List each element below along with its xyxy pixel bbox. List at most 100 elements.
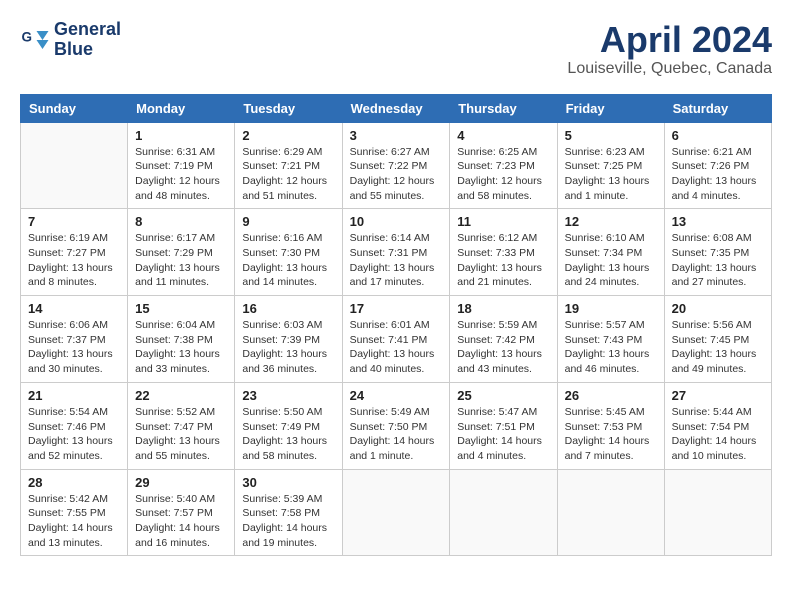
- calendar-cell: 27 Sunrise: 5:44 AM Sunset: 7:54 PM Dayli…: [664, 382, 771, 469]
- calendar-cell: 10 Sunrise: 6:14 AM Sunset: 7:31 PM Dayli…: [342, 209, 450, 296]
- calendar-cell: [664, 469, 771, 556]
- day-number: 28: [28, 475, 120, 490]
- calendar-cell: 29Sunrise: 5:40 AM Sunset: 7:57 PM Dayli…: [128, 469, 235, 556]
- day-info: Sunrise: 6:25 AM Sunset: 7:23 PM Dayligh…: [457, 145, 549, 204]
- day-info: Sunrise: 6:12 AM Sunset: 7:33 PM Dayligh…: [457, 231, 549, 290]
- day-number: 23: [242, 388, 334, 403]
- day-info: Sunrise: 6:10 AM Sunset: 7:34 PM Dayligh…: [565, 231, 657, 290]
- day-info: Sunrise: 6:29 AM Sunset: 7:21 PM Dayligh…: [242, 145, 334, 204]
- calendar-cell: 1 Sunrise: 6:31 AM Sunset: 7:19 PM Daylig…: [128, 122, 235, 209]
- weekday-header-friday: Friday: [557, 94, 664, 122]
- calendar-cell: 16Sunrise: 6:03 AM Sunset: 7:39 PM Dayli…: [235, 296, 342, 383]
- day-number: 27: [672, 388, 764, 403]
- calendar-cell: 9Sunrise: 6:16 AM Sunset: 7:30 PM Daylig…: [235, 209, 342, 296]
- weekday-header-row: SundayMondayTuesdayWednesdayThursdayFrid…: [21, 94, 772, 122]
- calendar-cell: 11 Sunrise: 6:12 AM Sunset: 7:33 PM Dayli…: [450, 209, 557, 296]
- day-number: 7: [28, 214, 120, 229]
- day-info: Sunrise: 5:39 AM Sunset: 7:58 PM Dayligh…: [242, 492, 334, 551]
- day-number: 3: [350, 128, 443, 143]
- day-number: 26: [565, 388, 657, 403]
- day-number: 13: [672, 214, 764, 229]
- day-number: 14: [28, 301, 120, 316]
- calendar-cell: 20 Sunrise: 5:56 AM Sunset: 7:45 PM Dayli…: [664, 296, 771, 383]
- calendar-cell: 12Sunrise: 6:10 AM Sunset: 7:34 PM Dayli…: [557, 209, 664, 296]
- calendar-cell: 4 Sunrise: 6:25 AM Sunset: 7:23 PM Daylig…: [450, 122, 557, 209]
- calendar-cell: 26 Sunrise: 5:45 AM Sunset: 7:53 PM Dayli…: [557, 382, 664, 469]
- calendar-cell: [450, 469, 557, 556]
- calendar-cell: 24 Sunrise: 5:49 AM Sunset: 7:50 PM Dayli…: [342, 382, 450, 469]
- day-info: Sunrise: 5:49 AM Sunset: 7:50 PM Dayligh…: [350, 405, 443, 464]
- weekday-header-sunday: Sunday: [21, 94, 128, 122]
- day-info: Sunrise: 6:14 AM Sunset: 7:31 PM Dayligh…: [350, 231, 443, 290]
- calendar-week-row: 28 Sunrise: 5:42 AM Sunset: 7:55 PM Dayli…: [21, 469, 772, 556]
- calendar-cell: 17Sunrise: 6:01 AM Sunset: 7:41 PM Dayli…: [342, 296, 450, 383]
- day-number: 18: [457, 301, 549, 316]
- day-number: 10: [350, 214, 443, 229]
- calendar-subtitle: Louiseville, Quebec, Canada: [567, 60, 772, 78]
- calendar-cell: 14 Sunrise: 6:06 AM Sunset: 7:37 PM Dayli…: [21, 296, 128, 383]
- logo-line2: Blue: [54, 40, 121, 60]
- day-info: Sunrise: 5:52 AM Sunset: 7:47 PM Dayligh…: [135, 405, 227, 464]
- logo-icon: G: [20, 25, 50, 55]
- calendar-cell: 13Sunrise: 6:08 AM Sunset: 7:35 PM Dayli…: [664, 209, 771, 296]
- calendar-header: SundayMondayTuesdayWednesdayThursdayFrid…: [21, 94, 772, 122]
- svg-text:G: G: [22, 29, 33, 44]
- day-info: Sunrise: 5:45 AM Sunset: 7:53 PM Dayligh…: [565, 405, 657, 464]
- day-info: Sunrise: 5:57 AM Sunset: 7:43 PM Dayligh…: [565, 318, 657, 377]
- calendar-cell: 28 Sunrise: 5:42 AM Sunset: 7:55 PM Dayli…: [21, 469, 128, 556]
- logo-line1: General: [54, 20, 121, 40]
- day-info: Sunrise: 5:42 AM Sunset: 7:55 PM Dayligh…: [28, 492, 120, 551]
- logo: G General Blue: [20, 20, 121, 60]
- day-info: Sunrise: 5:44 AM Sunset: 7:54 PM Dayligh…: [672, 405, 764, 464]
- day-number: 1: [135, 128, 227, 143]
- page-header: G General Blue April 2024 Louiseville, Q…: [20, 20, 772, 78]
- day-number: 5: [565, 128, 657, 143]
- weekday-header-monday: Monday: [128, 94, 235, 122]
- calendar-cell: 8 Sunrise: 6:17 AM Sunset: 7:29 PM Daylig…: [128, 209, 235, 296]
- calendar-cell: 30 Sunrise: 5:39 AM Sunset: 7:58 PM Dayli…: [235, 469, 342, 556]
- calendar-cell: 19 Sunrise: 5:57 AM Sunset: 7:43 PM Dayli…: [557, 296, 664, 383]
- calendar-cell: 18Sunrise: 5:59 AM Sunset: 7:42 PM Dayli…: [450, 296, 557, 383]
- day-info: Sunrise: 5:54 AM Sunset: 7:46 PM Dayligh…: [28, 405, 120, 464]
- day-info: Sunrise: 6:06 AM Sunset: 7:37 PM Dayligh…: [28, 318, 120, 377]
- calendar-table: SundayMondayTuesdayWednesdayThursdayFrid…: [20, 94, 772, 557]
- day-info: Sunrise: 6:27 AM Sunset: 7:22 PM Dayligh…: [350, 145, 443, 204]
- calendar-week-row: 1 Sunrise: 6:31 AM Sunset: 7:19 PM Daylig…: [21, 122, 772, 209]
- day-number: 4: [457, 128, 549, 143]
- day-info: Sunrise: 6:31 AM Sunset: 7:19 PM Dayligh…: [135, 145, 227, 204]
- calendar-cell: [557, 469, 664, 556]
- calendar-week-row: 14 Sunrise: 6:06 AM Sunset: 7:37 PM Dayli…: [21, 296, 772, 383]
- day-number: 9: [242, 214, 334, 229]
- day-number: 22: [135, 388, 227, 403]
- weekday-header-thursday: Thursday: [450, 94, 557, 122]
- day-info: Sunrise: 6:23 AM Sunset: 7:25 PM Dayligh…: [565, 145, 657, 204]
- calendar-week-row: 7Sunrise: 6:19 AM Sunset: 7:27 PM Daylig…: [21, 209, 772, 296]
- day-number: 30: [242, 475, 334, 490]
- calendar-cell: 21 Sunrise: 5:54 AM Sunset: 7:46 PM Dayli…: [21, 382, 128, 469]
- day-number: 24: [350, 388, 443, 403]
- day-info: Sunrise: 6:21 AM Sunset: 7:26 PM Dayligh…: [672, 145, 764, 204]
- day-info: Sunrise: 5:50 AM Sunset: 7:49 PM Dayligh…: [242, 405, 334, 464]
- calendar-cell: 2Sunrise: 6:29 AM Sunset: 7:21 PM Daylig…: [235, 122, 342, 209]
- weekday-header-wednesday: Wednesday: [342, 94, 450, 122]
- day-number: 11: [457, 214, 549, 229]
- day-number: 20: [672, 301, 764, 316]
- day-number: 17: [350, 301, 443, 316]
- calendar-cell: [342, 469, 450, 556]
- day-number: 8: [135, 214, 227, 229]
- day-info: Sunrise: 6:03 AM Sunset: 7:39 PM Dayligh…: [242, 318, 334, 377]
- calendar-cell: 7Sunrise: 6:19 AM Sunset: 7:27 PM Daylig…: [21, 209, 128, 296]
- calendar-body: 1 Sunrise: 6:31 AM Sunset: 7:19 PM Daylig…: [21, 122, 772, 556]
- calendar-cell: [21, 122, 128, 209]
- weekday-header-saturday: Saturday: [664, 94, 771, 122]
- day-number: 19: [565, 301, 657, 316]
- calendar-week-row: 21 Sunrise: 5:54 AM Sunset: 7:46 PM Dayli…: [21, 382, 772, 469]
- day-number: 15: [135, 301, 227, 316]
- calendar-cell: 5 Sunrise: 6:23 AM Sunset: 7:25 PM Daylig…: [557, 122, 664, 209]
- day-info: Sunrise: 5:56 AM Sunset: 7:45 PM Dayligh…: [672, 318, 764, 377]
- calendar-cell: 15 Sunrise: 6:04 AM Sunset: 7:38 PM Dayli…: [128, 296, 235, 383]
- day-info: Sunrise: 6:04 AM Sunset: 7:38 PM Dayligh…: [135, 318, 227, 377]
- day-info: Sunrise: 6:17 AM Sunset: 7:29 PM Dayligh…: [135, 231, 227, 290]
- calendar-title: April 2024: [567, 20, 772, 60]
- day-number: 21: [28, 388, 120, 403]
